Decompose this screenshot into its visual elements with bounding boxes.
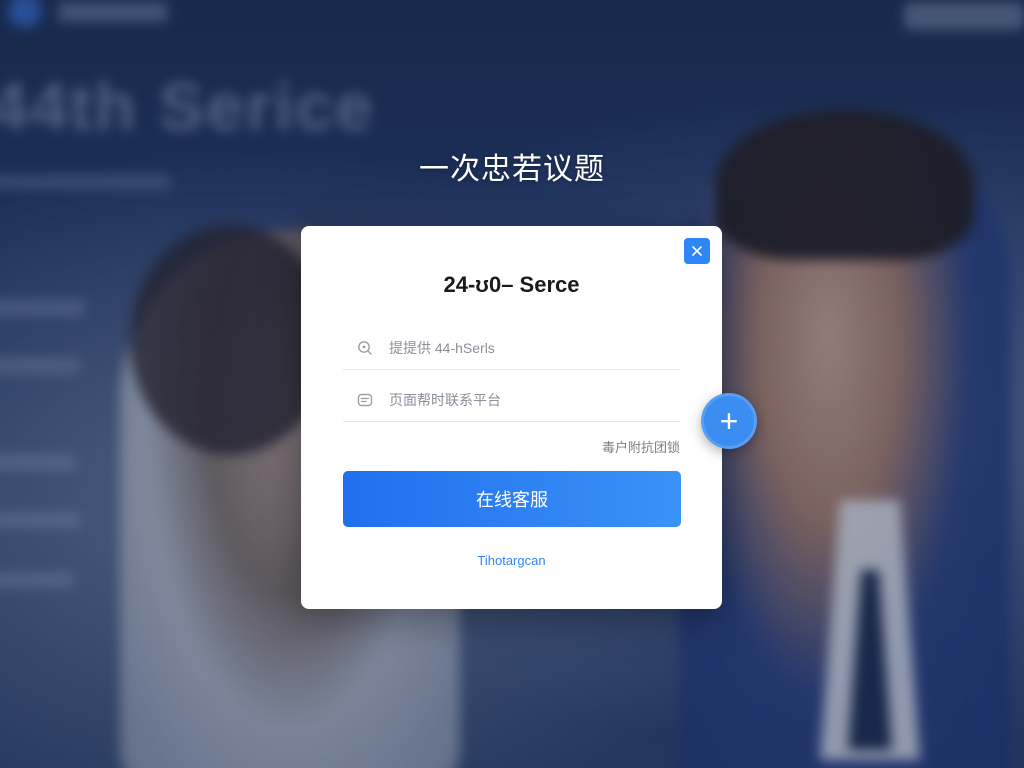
service-dialog: 24-ʊ0– Serce 毒户附抗团锁 在线客服 Tihotargcan [301,226,722,609]
add-button[interactable]: + [701,393,757,449]
help-link[interactable]: 毒户附抗团锁 [602,437,680,456]
contact-input[interactable] [389,391,669,408]
search-icon [355,338,375,358]
footer-link[interactable]: Tihotargcan [301,553,722,568]
close-icon [692,246,702,256]
page-title: 一次忠若议题 [419,153,605,186]
chat-icon [355,390,375,410]
search-input[interactable] [389,339,669,356]
plus-icon: + [719,402,739,439]
online-service-button[interactable]: 在线客服 [343,471,681,527]
service-search-field [343,326,680,370]
contact-field [343,378,680,422]
close-button[interactable] [684,238,710,264]
dialog-title: 24-ʊ0– Serce [443,272,580,297]
